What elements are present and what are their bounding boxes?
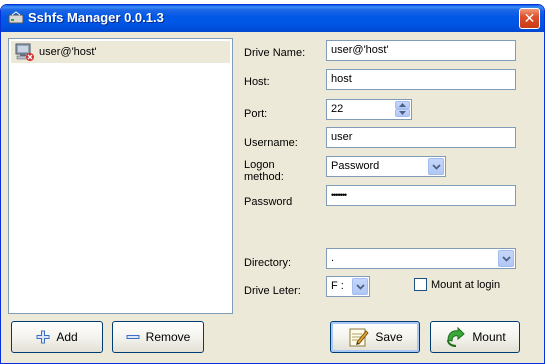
remove-button[interactable]: Remove <box>112 321 204 353</box>
directory-value: . <box>331 252 335 264</box>
drive-letter-select[interactable]: F : <box>326 276 370 297</box>
drive-letter-value: F : <box>331 280 344 292</box>
save-button[interactable]: Save <box>330 321 420 353</box>
port-stepper[interactable]: 22 <box>326 99 412 120</box>
logon-method-label-line2: method: <box>244 171 284 183</box>
list-item[interactable]: user@'host' <box>11 41 230 63</box>
mount-at-login-checkbox[interactable] <box>414 278 427 291</box>
logon-method-select[interactable]: Password <box>326 156 446 177</box>
mount-button[interactable]: Mount <box>430 321 520 353</box>
username-field[interactable]: user <box>326 127 516 148</box>
directory-select[interactable]: . <box>326 248 516 269</box>
mount-button-label: Mount <box>472 330 506 344</box>
chevron-down-icon[interactable] <box>352 278 368 295</box>
logon-method-value: Password <box>331 160 380 172</box>
green-arrow-icon <box>444 326 466 348</box>
password-label: Password <box>244 196 293 208</box>
close-icon: ✕ <box>523 10 536 26</box>
drive-letter-label: Drive Leter: <box>244 285 301 297</box>
plus-icon <box>36 330 50 344</box>
add-button[interactable]: Add <box>11 321 103 353</box>
password-field[interactable]: ••••••• <box>326 185 516 206</box>
title-bar[interactable]: Sshfs Manager 0.0.1.3 ✕ <box>1 5 544 32</box>
chevron-down-icon[interactable] <box>428 158 444 175</box>
save-document-icon <box>347 326 369 348</box>
username-label: Username: <box>244 137 298 149</box>
client-area: user@'host' Drive Name: Host: Port: User… <box>4 32 541 363</box>
drive-name-label: Drive Name: <box>244 47 306 59</box>
spin-up-icon[interactable] <box>395 101 410 109</box>
mount-at-login-label: Mount at login <box>431 279 501 291</box>
save-button-label: Save <box>375 330 403 344</box>
computer-disconnected-icon <box>14 42 36 62</box>
add-button-label: Add <box>56 330 78 344</box>
drive-name-field[interactable]: user@'host' <box>326 40 516 61</box>
window-title: Sshfs Manager 0.0.1.3 <box>28 10 164 25</box>
chevron-down-icon[interactable] <box>498 250 514 267</box>
host-field[interactable]: host <box>326 69 516 90</box>
port-label: Port: <box>244 108 268 120</box>
minus-icon <box>126 330 140 344</box>
connection-label: user@'host' <box>39 46 97 58</box>
close-button[interactable]: ✕ <box>519 8 540 29</box>
logon-method-label-line1: Logon <box>244 159 275 171</box>
directory-label: Directory: <box>244 257 292 269</box>
remove-button-label: Remove <box>145 330 191 344</box>
port-spin-buttons[interactable] <box>395 101 410 118</box>
sshfs-manager-window: Sshfs Manager 0.0.1.3 ✕ user@'host' Driv… <box>0 4 545 364</box>
port-value: 22 <box>331 103 344 115</box>
host-label: Host: <box>244 76 270 88</box>
connection-list[interactable]: user@'host' <box>8 38 233 314</box>
drive-icon <box>8 11 24 25</box>
spin-down-icon[interactable] <box>395 109 410 117</box>
